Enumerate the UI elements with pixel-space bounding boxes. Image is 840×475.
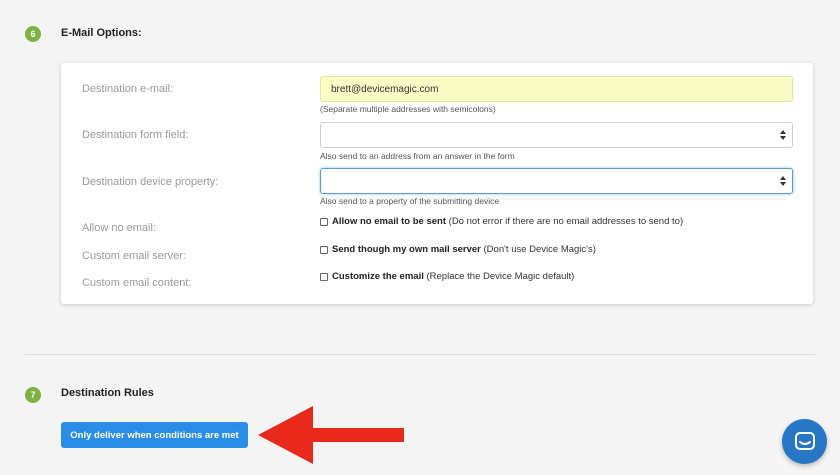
- custom-email-server-checkbox[interactable]: [320, 245, 328, 254]
- custom-email-content-bold: Customize the email: [332, 271, 424, 282]
- custom-email-server-bold: Send though my own mail server: [332, 244, 481, 255]
- email-options-title: E-Mail Options:: [61, 27, 142, 39]
- destination-form-field-label: Destination form field:: [82, 129, 189, 141]
- destination-email-help: (Separate multiple addresses with semico…: [320, 104, 496, 114]
- allow-no-email-bold: Allow no email to be sent: [332, 216, 447, 227]
- custom-email-content-label: Custom email content:: [82, 277, 192, 289]
- step-7-badge: 7: [25, 387, 41, 403]
- custom-email-server-note: (Don't use Device Magic's): [480, 244, 596, 255]
- destination-email-input[interactable]: brett@devicemagic.com: [320, 76, 793, 102]
- allow-no-email-option[interactable]: Allow no email to be sent (Do not error …: [320, 216, 683, 227]
- destination-form-field-help: Also send to an address from an answer i…: [320, 151, 515, 161]
- destination-rules-title: Destination Rules: [61, 387, 154, 399]
- custom-email-content-option[interactable]: Customize the email (Replace the Device …: [320, 271, 574, 282]
- allow-no-email-text: Allow no email to be sent (Do not error …: [332, 216, 683, 227]
- custom-email-content-note: (Replace the Device Magic default): [423, 271, 575, 282]
- deliver-conditions-button[interactable]: Only deliver when conditions are met: [61, 422, 248, 448]
- select-arrows-icon: [780, 130, 786, 140]
- custom-email-content-text: Customize the email (Replace the Device …: [332, 271, 574, 282]
- destination-device-property-label: Destination device property:: [82, 176, 219, 188]
- red-arrow-annotation: [258, 406, 404, 464]
- step-6-badge: 6: [25, 26, 41, 42]
- destination-email-label: Destination e-mail:: [82, 83, 174, 95]
- allow-no-email-label: Allow no email:: [82, 222, 156, 234]
- destination-device-property-help: Also send to a property of the submittin…: [320, 196, 500, 206]
- destination-form-field-select[interactable]: [320, 122, 793, 148]
- custom-email-server-label: Custom email server:: [82, 250, 186, 262]
- chat-widget-button[interactable]: [782, 419, 827, 464]
- custom-email-server-option[interactable]: Send though my own mail server (Don't us…: [320, 244, 596, 255]
- chat-icon: [794, 431, 815, 450]
- allow-no-email-checkbox[interactable]: [320, 217, 328, 226]
- destination-device-property-select[interactable]: [320, 168, 793, 194]
- email-options-panel: Destination e-mail: brett@devicemagic.co…: [61, 63, 813, 304]
- custom-email-server-text: Send though my own mail server (Don't us…: [332, 244, 596, 255]
- section-divider: [25, 354, 815, 355]
- allow-no-email-note: (Do not error if there are no email addr…: [446, 216, 684, 227]
- select-arrows-icon: [780, 176, 786, 186]
- custom-email-content-checkbox[interactable]: [320, 272, 328, 281]
